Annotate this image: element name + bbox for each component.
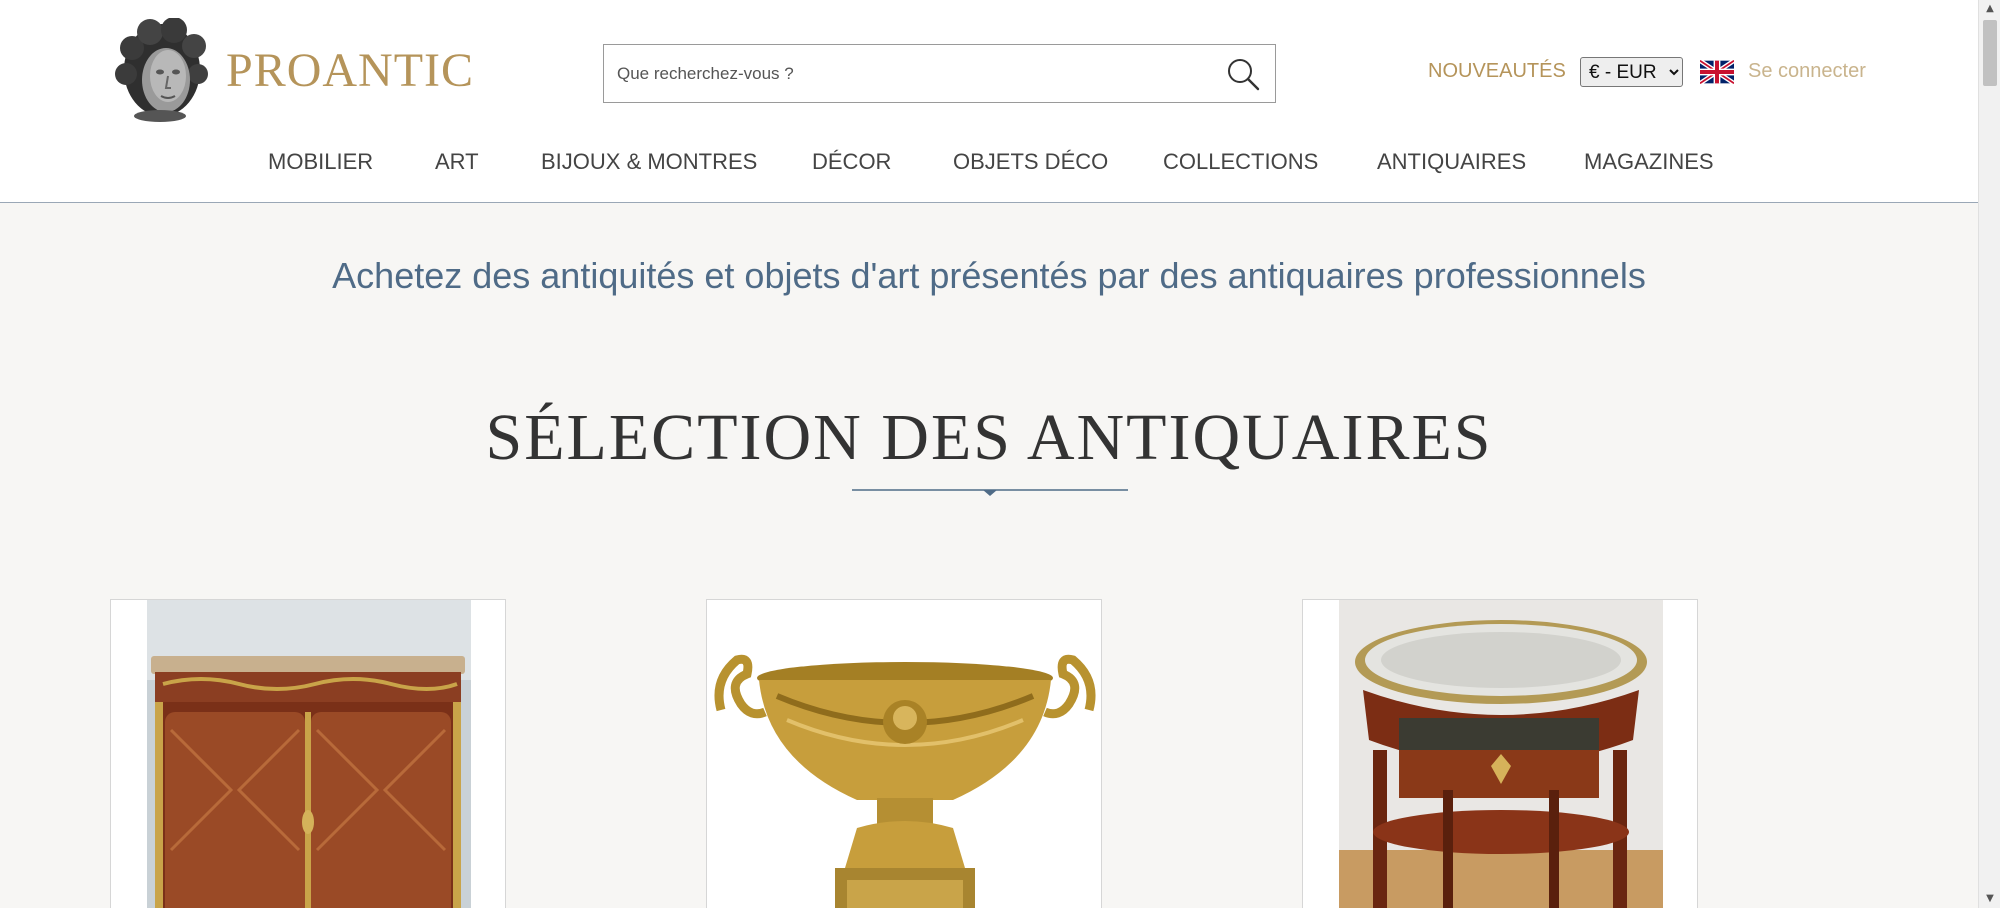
search-bar [603, 44, 1276, 103]
scroll-up-arrow-icon[interactable]: ▲ [1979, 0, 2000, 18]
currency-select[interactable]: € - EUR [1580, 57, 1683, 87]
logo-text: PROANTIC [226, 43, 475, 97]
product-card-jardiniere[interactable] [706, 599, 1102, 908]
nav-item-decor[interactable]: DÉCOR [812, 149, 891, 175]
nav-item-bijoux-montres[interactable]: BIJOUX & MONTRES [541, 149, 757, 175]
page-scrollbar[interactable]: ▲ ▼ [1978, 0, 2000, 908]
nav-item-mobilier[interactable]: MOBILIER [268, 149, 373, 175]
jardiniere-image [707, 600, 1101, 908]
product-card-side-table[interactable] [1302, 599, 1698, 908]
cabinet-image [111, 600, 505, 908]
logo-link[interactable]: PROANTIC [110, 18, 474, 122]
nav-item-collections[interactable]: COLLECTIONS [1163, 149, 1318, 175]
nav-item-antiquaires[interactable]: ANTIQUAIRES [1377, 149, 1526, 175]
nouveautes-link[interactable]: NOUVEAUTÉS [1428, 60, 1566, 83]
side-table-image [1303, 600, 1697, 908]
scroll-thumb[interactable] [1983, 20, 1997, 86]
section-title: SÉLECTION DES ANTIQUAIRES [485, 401, 1493, 474]
login-link[interactable]: Se connecter [1748, 60, 1866, 83]
nav-item-magazines[interactable]: MAGAZINES [1584, 149, 1714, 175]
scroll-down-arrow-icon[interactable]: ▼ [1979, 890, 2000, 908]
nav-item-objets-deco[interactable]: OBJETS DÉCO [953, 149, 1108, 175]
uk-flag-icon[interactable] [1700, 60, 1734, 84]
product-card-cabinet[interactable] [110, 599, 506, 908]
tagline: Achetez des antiquités et objets d'art p… [332, 255, 1646, 296]
section-divider [852, 489, 1128, 496]
search-icon[interactable] [1225, 56, 1261, 92]
nav-item-art[interactable]: ART [435, 149, 479, 175]
cherub-head-logo-icon [115, 18, 208, 122]
site-header: PROANTIC NOUVEAUTÉS € - EUR Se connecter… [0, 0, 1978, 203]
search-input[interactable] [604, 45, 1204, 102]
